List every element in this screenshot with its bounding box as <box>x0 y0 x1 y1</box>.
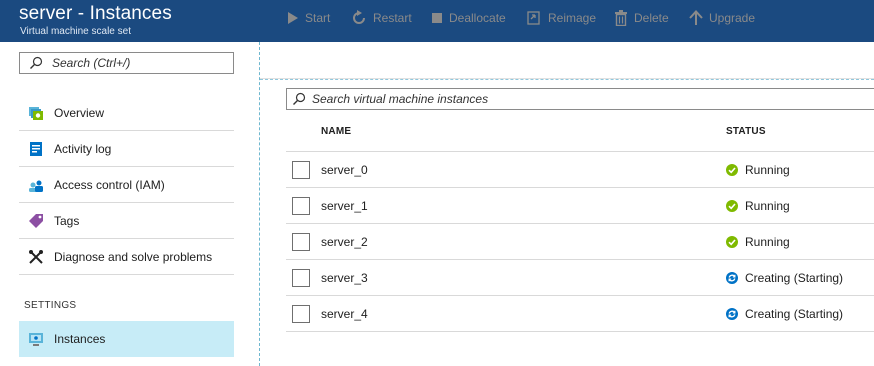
arrow-up-icon <box>689 10 703 25</box>
play-icon <box>288 12 298 24</box>
instance-name[interactable]: server_0 <box>321 163 368 177</box>
instances-search-input[interactable] <box>312 91 852 107</box>
instance-status: Running <box>726 163 790 177</box>
sidebar-item-overview[interactable]: Overview <box>19 95 234 131</box>
instance-name[interactable]: server_2 <box>321 235 368 249</box>
column-header-status[interactable]: STATUS <box>726 126 766 137</box>
menu-divider <box>259 42 260 366</box>
toolbar-divider <box>260 79 874 80</box>
settings-section-heading: SETTINGS <box>24 300 77 311</box>
row-checkbox[interactable] <box>292 161 310 179</box>
instance-status-text: Creating (Starting) <box>745 271 844 285</box>
sidebar-item-label: Access control (IAM) <box>54 178 165 192</box>
running-check-icon <box>726 164 738 176</box>
running-check-icon <box>726 200 738 212</box>
upgrade-button[interactable]: Upgrade <box>689 9 755 27</box>
table-row[interactable]: server_4 Creating (Starting) <box>286 296 874 332</box>
sidebar-item-label: Instances <box>54 332 106 346</box>
instance-status-text: Running <box>745 235 790 249</box>
activity-log-icon <box>30 142 42 156</box>
start-label: Start <box>305 11 331 25</box>
delete-label: Delete <box>634 11 669 25</box>
deallocate-label: Deallocate <box>449 11 506 25</box>
wrench-icon <box>29 250 43 264</box>
search-icon <box>293 92 306 105</box>
instances-search[interactable] <box>286 88 874 110</box>
sidebar-item-label: Activity log <box>54 142 112 156</box>
stop-icon <box>432 13 442 23</box>
sidebar-item-instances[interactable]: Instances <box>19 321 234 357</box>
instance-status-text: Running <box>745 199 790 213</box>
instance-status: Creating (Starting) <box>726 271 843 285</box>
search-icon <box>30 56 43 69</box>
start-button[interactable]: Start <box>287 9 330 27</box>
instances-icon <box>29 333 43 346</box>
row-checkbox[interactable] <box>292 233 310 251</box>
upgrade-label: Upgrade <box>709 11 756 25</box>
sidebar-item-label: Diagnose and solve problems <box>54 250 213 264</box>
tag-icon <box>29 214 43 228</box>
restart-button[interactable]: Restart <box>351 9 412 27</box>
creating-sync-icon <box>726 308 738 320</box>
instance-name[interactable]: server_1 <box>321 199 368 213</box>
overview-icon <box>29 107 43 120</box>
creating-sync-icon <box>726 272 738 284</box>
menu-search-input[interactable] <box>52 55 227 71</box>
table-row[interactable]: server_3 Creating (Starting) <box>286 260 874 296</box>
reimage-button[interactable]: Reimage <box>526 9 596 27</box>
table-row[interactable]: server_1 Running <box>286 188 874 224</box>
sidebar-item-access-control[interactable]: Access control (IAM) <box>19 167 234 203</box>
delete-button[interactable]: Delete <box>614 9 669 27</box>
instance-status: Running <box>726 235 790 249</box>
instance-status: Running <box>726 199 790 213</box>
restart-icon <box>353 10 365 24</box>
instance-status-text: Creating (Starting) <box>745 307 844 321</box>
sidebar-item-diagnose[interactable]: Diagnose and solve problems <box>19 239 234 275</box>
row-checkbox[interactable] <box>292 197 310 215</box>
access-control-icon <box>29 180 43 192</box>
sidebar-item-label: Overview <box>54 106 105 120</box>
reimage-label: Reimage <box>548 11 597 25</box>
table-row[interactable]: server_2 Running <box>286 224 874 260</box>
trash-icon <box>615 10 627 26</box>
running-check-icon <box>726 236 738 248</box>
sidebar-item-activity-log[interactable]: Activity log <box>19 131 234 167</box>
reimage-icon <box>527 11 540 25</box>
row-checkbox[interactable] <box>292 269 310 287</box>
instance-status: Creating (Starting) <box>726 307 843 321</box>
sidebar-item-label: Tags <box>54 214 80 228</box>
deallocate-button[interactable]: Deallocate <box>431 9 506 27</box>
instance-name[interactable]: server_3 <box>321 271 368 285</box>
restart-label: Restart <box>373 11 412 25</box>
instance-name[interactable]: server_4 <box>321 307 368 321</box>
command-bar <box>260 42 874 79</box>
page-subtitle: Virtual machine scale set <box>20 26 131 37</box>
menu-search[interactable] <box>19 52 234 74</box>
table-row[interactable]: server_0 Running <box>286 152 874 188</box>
column-header-name[interactable]: NAME <box>321 126 351 137</box>
instance-status-text: Running <box>745 163 790 177</box>
sidebar-item-tags[interactable]: Tags <box>19 203 234 239</box>
row-checkbox[interactable] <box>292 305 310 323</box>
page-title: server - Instances <box>19 3 172 24</box>
